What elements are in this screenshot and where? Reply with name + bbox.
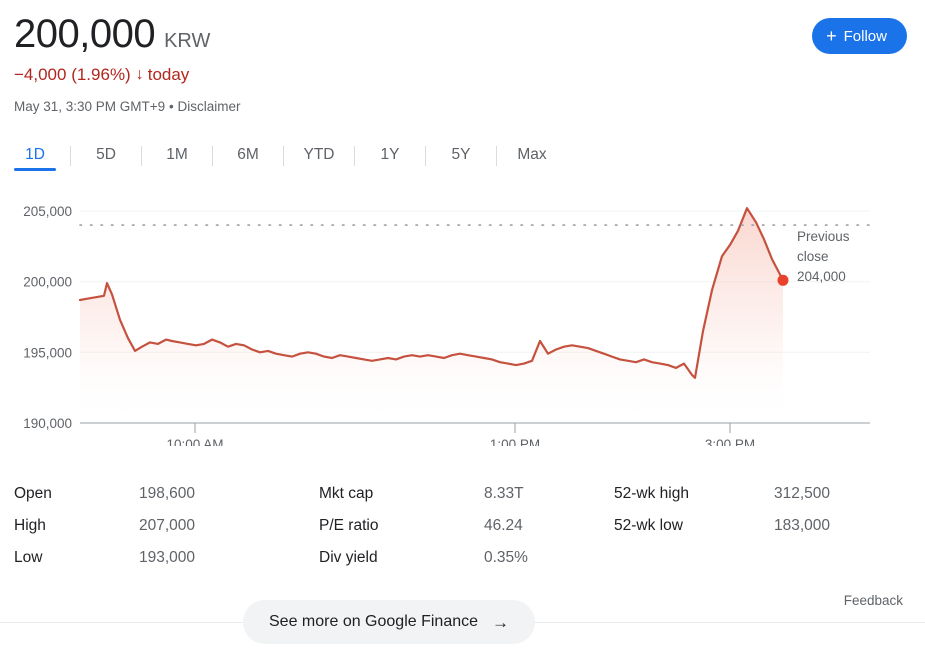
tab-6m-label: 6M (237, 146, 259, 164)
previous-close-label-line2: close (797, 249, 829, 264)
follow-button-label: Follow (844, 28, 887, 45)
stat-value-high: 207,000 (139, 510, 319, 542)
tab-divider (354, 146, 355, 166)
stat-key-open: Open (14, 478, 139, 510)
stat-key-div-yield: Div yield (319, 542, 484, 574)
y-axis-label-200000: 200,000 (23, 275, 72, 290)
arrow-down-icon: ↓ (136, 67, 144, 83)
price-row: 200,000 KRW (14, 10, 911, 58)
disclaimer-link[interactable]: Disclaimer (177, 99, 240, 114)
arrow-right-icon: → (492, 614, 509, 631)
stat-value-52wk-low: 183,000 (774, 510, 894, 542)
stat-value-mkt-cap: 8.33T (484, 478, 614, 510)
stat-value-empty (774, 542, 894, 574)
stat-key-pe-ratio: P/E ratio (319, 510, 484, 542)
follow-button[interactable]: + Follow (812, 18, 907, 54)
stat-value-open: 198,600 (139, 478, 319, 510)
tab-1d-label: 1D (25, 146, 45, 164)
chart-area-fill (80, 208, 783, 423)
x-axis-label-2: 1:00 PM (490, 437, 540, 446)
stat-key-empty (614, 542, 774, 574)
tab-5d[interactable]: 5D (85, 143, 127, 183)
see-more-label: See more on Google Finance (269, 613, 478, 631)
stat-key-52wk-high: 52-wk high (614, 478, 774, 510)
tab-6m[interactable]: 6M (227, 143, 269, 183)
y-axis-label-195000: 195,000 (23, 345, 72, 360)
quote-timestamp: May 31, 3:30 PM GMT+9 • Disclaimer (14, 98, 911, 116)
y-axis-label-205000: 205,000 (23, 204, 72, 219)
tab-divider (212, 146, 213, 166)
stat-key-high: High (14, 510, 139, 542)
previous-close-value: 204,000 (797, 269, 846, 284)
stat-value-pe-ratio: 46.24 (484, 510, 614, 542)
price-change-row: −4,000 (1.96%) ↓ today (14, 64, 911, 86)
previous-close-label-line1: Previous (797, 229, 850, 244)
stat-value-div-yield: 0.35% (484, 542, 614, 574)
current-price: 200,000 (14, 10, 155, 58)
stat-key-52wk-low: 52-wk low (614, 510, 774, 542)
currency-label: KRW (164, 29, 210, 53)
tab-5y[interactable]: 5Y (440, 143, 482, 183)
tab-1d[interactable]: 1D (14, 143, 56, 183)
timestamp-separator: • (169, 99, 174, 114)
price-change-value: −4,000 (1.96%) (14, 64, 131, 86)
timestamp-text: May 31, 3:30 PM GMT+9 (14, 99, 165, 114)
stat-value-52wk-high: 312,500 (774, 478, 894, 510)
feedback-link[interactable]: Feedback (844, 593, 903, 608)
tab-divider (141, 146, 142, 166)
price-chart[interactable]: 205,000 200,000 195,000 190,000 10:00 AM… (0, 196, 925, 446)
tab-1m[interactable]: 1M (156, 143, 198, 183)
see-more-google-finance-button[interactable]: See more on Google Finance → (243, 600, 535, 644)
stat-key-low: Low (14, 542, 139, 574)
stock-header: 200,000 KRW −4,000 (1.96%) ↓ today May 3… (14, 10, 911, 116)
tab-divider (496, 146, 497, 166)
tab-divider (283, 146, 284, 166)
tab-max-label: Max (517, 146, 546, 164)
tab-max[interactable]: Max (511, 143, 553, 183)
current-price-marker (778, 275, 789, 286)
stats-grid: Open 198,600 Mkt cap 8.33T 52-wk high 31… (14, 478, 894, 574)
price-change-period: today (148, 64, 190, 86)
x-axis-label-3: 3:00 PM (705, 437, 755, 446)
tab-ytd[interactable]: YTD (298, 143, 340, 183)
tab-1y-label: 1Y (381, 146, 400, 164)
stat-value-low: 193,000 (139, 542, 319, 574)
tab-ytd-label: YTD (304, 146, 335, 164)
tab-5d-label: 5D (96, 146, 116, 164)
plus-icon: + (826, 27, 837, 45)
y-axis-label-190000: 190,000 (23, 416, 72, 431)
tab-1m-label: 1M (166, 146, 188, 164)
time-range-tabs: 1D 5D 1M 6M YTD 1Y 5Y Max (14, 143, 553, 183)
x-axis-label-1: 10:00 AM (166, 437, 223, 446)
tab-divider (425, 146, 426, 166)
tab-5y-label: 5Y (452, 146, 471, 164)
stat-key-mkt-cap: Mkt cap (319, 478, 484, 510)
tab-1y[interactable]: 1Y (369, 143, 411, 183)
tab-divider (70, 146, 71, 166)
